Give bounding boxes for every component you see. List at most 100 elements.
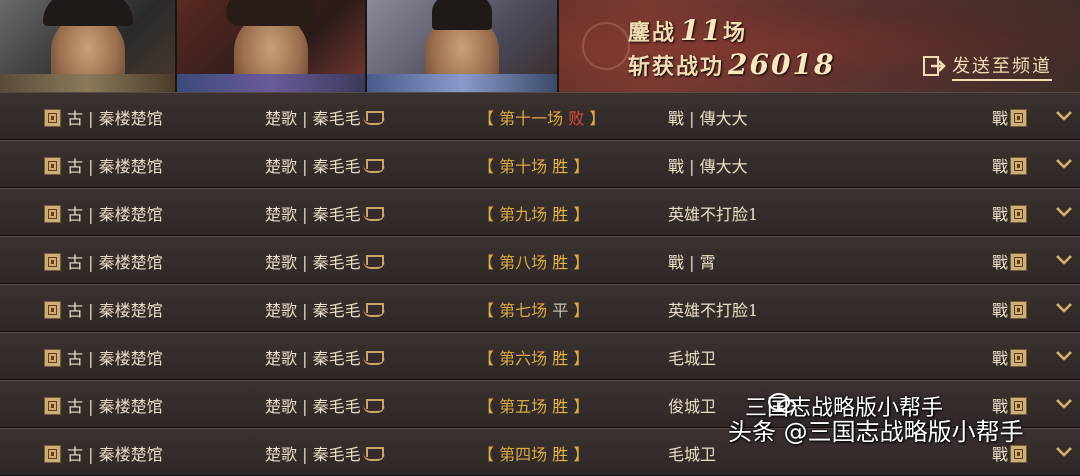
opponent-alliance: 戰: [992, 249, 1028, 273]
match-result: 胜: [552, 397, 569, 416]
opponent: 毛城卫: [668, 349, 717, 368]
alliance-seal-icon: [1010, 301, 1028, 319]
chevron-down-icon[interactable]: [1055, 299, 1073, 317]
own-team: 古 | 秦楼楚馆: [44, 105, 163, 129]
own-player-label: 楚歌 | 秦毛毛: [265, 109, 361, 128]
battle-summary-header: 鏖战 11场 斩获战功 26018 发送至频道: [0, 0, 1080, 92]
export-icon: [923, 56, 946, 76]
alliance-seal-icon: [44, 349, 61, 367]
send-to-channel-button[interactable]: 发送至频道: [922, 52, 1052, 81]
match-result: 败: [568, 109, 585, 128]
opponent: 戰 | 傳大大: [668, 157, 748, 176]
opponent-alliance-label: 戰: [992, 205, 1009, 224]
own-player-label: 楚歌 | 秦毛毛: [265, 157, 361, 176]
match-label: 【 第五场 胜 】: [478, 393, 589, 417]
match-label: 【 第九场 胜 】: [478, 201, 589, 225]
chevron-down-icon[interactable]: [1055, 107, 1073, 125]
alliance-seal-icon: [44, 301, 61, 319]
alliance-seal-icon: [44, 253, 61, 271]
own-player: 楚歌 | 秦毛毛: [265, 249, 385, 273]
match-label: 【 第四场 胜 】: [478, 441, 589, 465]
watermark-attribution: 头条 @三国志战略版小帮手: [728, 418, 1024, 446]
emblem-icon: [582, 22, 630, 70]
match-result: 平: [552, 301, 569, 320]
chevron-down-icon[interactable]: [1055, 155, 1073, 173]
own-player: 楚歌 | 秦毛毛: [265, 105, 385, 129]
battle-record-row[interactable]: 古 | 秦楼楚馆 楚歌 | 秦毛毛 【 第十一场 败 】 戰 | 傳大大 戰: [0, 92, 1080, 140]
merit-total: 斩获战功 26018: [628, 48, 836, 81]
opponent-alliance: 戰: [992, 105, 1028, 129]
alliance-seal-icon: [44, 109, 61, 127]
battle-record-row[interactable]: 古 | 秦楼楚馆 楚歌 | 秦毛毛 【 第七场 平 】 英雄不打脸1 戰: [0, 284, 1080, 332]
opponent-alliance: 戰: [992, 345, 1028, 369]
own-player: 楚歌 | 秦毛毛: [265, 393, 385, 417]
own-player-label: 楚歌 | 秦毛毛: [265, 397, 361, 416]
alliance-seal-icon: [1010, 157, 1028, 175]
match-bracket-open: 【: [478, 253, 495, 272]
opponent-alliance: 戰: [992, 201, 1028, 225]
match-label: 【 第十场 胜 】: [478, 153, 589, 177]
opponent-alliance-label: 戰: [992, 301, 1009, 320]
own-team-label: 古 | 秦楼楚馆: [67, 301, 163, 320]
chevron-down-icon[interactable]: [1055, 395, 1073, 413]
own-player-label: 楚歌 | 秦毛毛: [265, 253, 361, 272]
rank-mark-icon: [362, 351, 385, 365]
opponent: 戰 | 霄: [668, 253, 716, 272]
battle-record-row[interactable]: 古 | 秦楼楚馆 楚歌 | 秦毛毛 【 第十场 胜 】 戰 | 傳大大 戰: [0, 140, 1080, 188]
chevron-down-icon[interactable]: [1055, 443, 1073, 461]
opponent-alliance: 戰: [992, 297, 1028, 321]
alliance-seal-icon: [1010, 445, 1028, 463]
own-team-label: 古 | 秦楼楚馆: [67, 349, 163, 368]
own-team: 古 | 秦楼楚馆: [44, 297, 163, 321]
own-team: 古 | 秦楼楚馆: [44, 345, 163, 369]
send-to-channel-label: 发送至频道: [952, 52, 1052, 81]
battle-record-row[interactable]: 古 | 秦楼楚馆 楚歌 | 秦毛毛 【 第六场 胜 】 毛城卫 戰: [0, 332, 1080, 380]
match-label: 【 第十一场 败 】: [478, 105, 605, 129]
match-number: 第十一场: [499, 109, 564, 128]
opponent: 戰 | 傳大大: [668, 109, 748, 128]
own-team: 古 | 秦楼楚馆: [44, 441, 163, 465]
chevron-down-icon[interactable]: [1055, 251, 1073, 269]
match-bracket-close: 】: [573, 301, 590, 320]
opponent-alliance-label: 戰: [992, 253, 1009, 272]
own-team-label: 古 | 秦楼楚馆: [67, 109, 163, 128]
rank-mark-icon: [362, 159, 385, 173]
battle-record-row[interactable]: 古 | 秦楼楚馆 楚歌 | 秦毛毛 【 第九场 胜 】 英雄不打脸1 戰: [0, 188, 1080, 236]
match-number: 第七场: [499, 301, 548, 320]
general-portrait-3: [367, 0, 559, 92]
match-label: 【 第八场 胜 】: [478, 249, 589, 273]
match-result: 胜: [552, 349, 569, 368]
match-number: 第九场: [499, 205, 548, 224]
own-team: 古 | 秦楼楚馆: [44, 201, 163, 225]
opponent: 俊城卫: [668, 397, 717, 416]
match-result: 胜: [552, 205, 569, 224]
opponent: 英雄不打脸1: [668, 301, 759, 320]
rank-mark-icon: [362, 111, 385, 125]
opponent-alliance-label: 戰: [992, 109, 1009, 128]
match-bracket-open: 【: [478, 205, 495, 224]
rank-mark-icon: [362, 255, 385, 269]
own-team: 古 | 秦楼楚馆: [44, 393, 163, 417]
match-bracket-open: 【: [478, 349, 495, 368]
alliance-seal-icon: [1010, 205, 1028, 223]
general-portrait-2: [177, 0, 367, 92]
battle-count: 鏖战 11场: [628, 14, 747, 47]
battle-record-row[interactable]: 古 | 秦楼楚馆 楚歌 | 秦毛毛 【 第八场 胜 】 戰 | 霄 戰: [0, 236, 1080, 284]
match-bracket-open: 【: [478, 301, 495, 320]
match-number: 第五场: [499, 397, 548, 416]
own-player: 楚歌 | 秦毛毛: [265, 441, 385, 465]
own-team: 古 | 秦楼楚馆: [44, 249, 163, 273]
match-result: 胜: [552, 253, 569, 272]
match-bracket-open: 【: [478, 109, 495, 128]
rank-mark-icon: [362, 399, 385, 413]
chevron-down-icon[interactable]: [1055, 203, 1073, 221]
alliance-seal-icon: [44, 445, 61, 463]
own-player-label: 楚歌 | 秦毛毛: [265, 205, 361, 224]
alliance-seal-icon: [44, 157, 61, 175]
own-team: 古 | 秦楼楚馆: [44, 153, 163, 177]
own-player-label: 楚歌 | 秦毛毛: [265, 301, 361, 320]
chevron-down-icon[interactable]: [1055, 347, 1073, 365]
match-bracket-close: 】: [573, 349, 590, 368]
match-bracket-close: 】: [573, 397, 590, 416]
match-bracket-open: 【: [478, 157, 495, 176]
